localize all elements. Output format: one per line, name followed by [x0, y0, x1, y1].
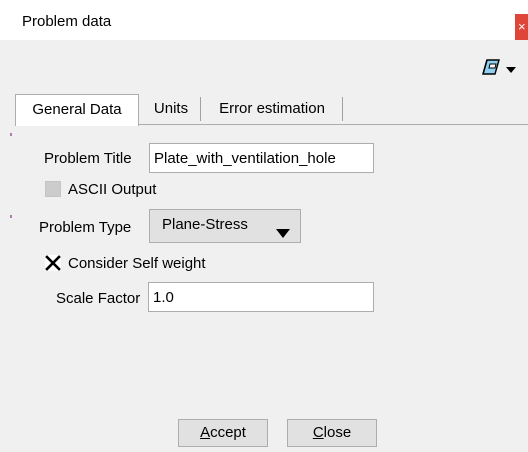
scale-factor-input[interactable]: [148, 282, 374, 312]
close-window-button[interactable]: ×: [515, 14, 528, 40]
check-x-icon: [45, 255, 61, 271]
accept-button[interactable]: Accept: [178, 419, 268, 447]
tab-units[interactable]: Units: [145, 94, 197, 124]
problem-title-label: Problem Title: [44, 150, 132, 167]
toolbar: [0, 40, 528, 84]
close-label-rest: lose: [323, 424, 352, 441]
self-weight-checkbox[interactable]: [45, 255, 61, 271]
tab-error-estimation[interactable]: Error estimation: [205, 94, 339, 124]
tab-label: Units: [153, 100, 189, 117]
tab-divider: [200, 97, 201, 121]
scale-factor-label: Scale Factor: [56, 290, 141, 307]
problem-type-dropdown[interactable]: Plane-Stress: [149, 209, 301, 243]
close-button[interactable]: Close: [287, 419, 377, 447]
edge-mark: [10, 133, 12, 136]
tab-label: Error estimation: [219, 100, 325, 117]
accept-mnemonic: A: [200, 424, 211, 441]
accept-label-rest: ccept: [210, 424, 246, 441]
title-bar: Problem data ×: [0, 0, 528, 40]
tab-label: General Data: [32, 101, 122, 118]
tab-divider: [342, 97, 343, 121]
chevron-down-icon: [276, 220, 290, 238]
eraser-icon: [480, 57, 502, 77]
close-mnemonic: C: [312, 424, 324, 441]
problem-title-input[interactable]: [149, 143, 374, 173]
ascii-output-checkbox[interactable]: [45, 181, 61, 197]
ascii-output-label: ASCII Output: [68, 181, 157, 198]
tool-menu-button[interactable]: [480, 54, 528, 80]
close-icon: ×: [518, 19, 526, 34]
edge-mark: [10, 215, 12, 218]
problem-type-label: Problem Type: [39, 219, 132, 236]
window-title: Problem data: [22, 13, 112, 30]
problem-data-dialog: Problem data × General Data Units Error …: [0, 0, 528, 452]
problem-type-value: Plane-Stress: [162, 216, 248, 233]
tab-general-data[interactable]: General Data: [15, 94, 139, 126]
self-weight-label: Consider Self weight: [68, 255, 206, 272]
caret-down-icon: [505, 62, 517, 73]
